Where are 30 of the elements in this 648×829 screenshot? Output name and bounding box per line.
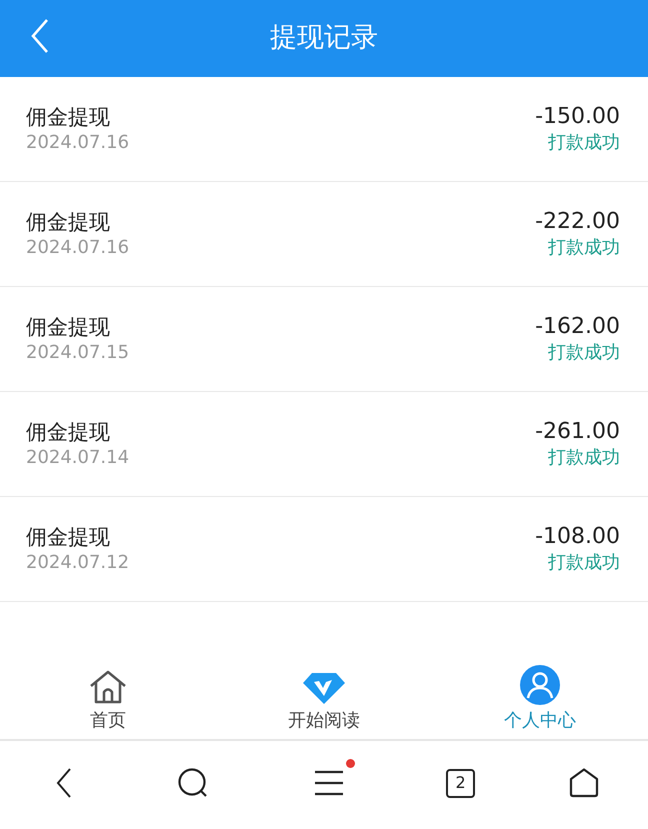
record-date: 2024.07.14 [26, 446, 130, 470]
record-amount: -150.00 [535, 103, 620, 131]
record-date: 2024.07.16 [26, 236, 130, 260]
record-date: 2024.07.16 [26, 131, 130, 155]
record-status: 打款成功 [548, 131, 620, 155]
page-title: 提现记录 [270, 21, 378, 56]
record-title: 佣金提现 [26, 314, 111, 341]
tab-bar-item[interactable]: 开始阅读 [216, 653, 432, 739]
record-title: 佣金提现 [26, 209, 111, 236]
tab-bar-item[interactable]: 个人中心 [432, 653, 648, 739]
record-amount: -222.00 [535, 208, 620, 236]
back-icon [56, 768, 72, 798]
tab-bar-item[interactable]: 首页 [0, 653, 216, 739]
record-date: 2024.07.12 [26, 551, 130, 575]
record-status: 打款成功 [548, 341, 620, 365]
record-amount: -162.00 [535, 313, 620, 341]
record-amount: -261.00 [535, 418, 620, 446]
home-icon [568, 768, 599, 798]
record-date: 2024.07.15 [26, 341, 130, 365]
record-title: 佣金提现 [26, 524, 111, 551]
record-status: 打款成功 [548, 236, 620, 260]
back-icon [30, 18, 50, 54]
search-icon [176, 767, 209, 799]
menu-icon [315, 770, 344, 796]
record-amount: -108.00 [535, 523, 620, 551]
record-title: 佣金提现 [26, 104, 111, 131]
tab-count-button[interactable]: 2 [446, 768, 476, 798]
record-status: 打款成功 [548, 446, 620, 470]
record-status: 打款成功 [548, 551, 620, 575]
record-title: 佣金提现 [26, 419, 111, 446]
